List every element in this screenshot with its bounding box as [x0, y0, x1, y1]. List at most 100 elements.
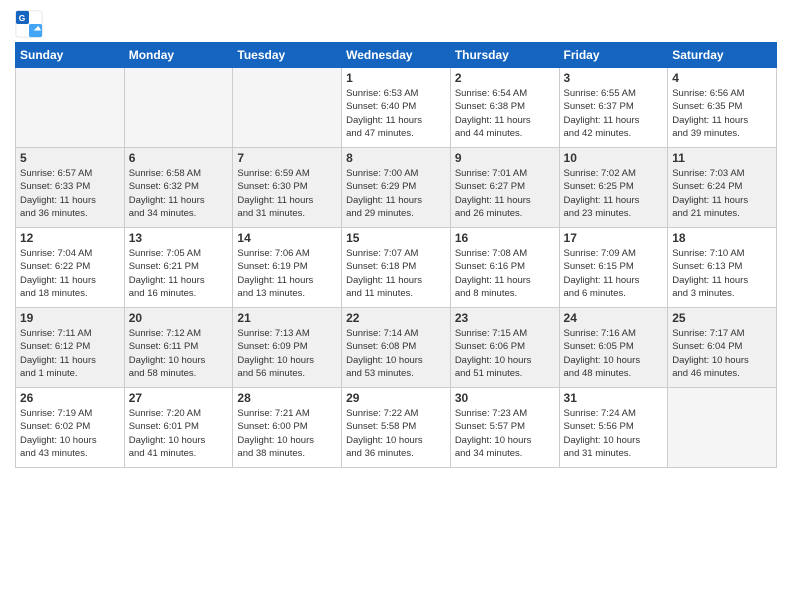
day-info: Sunrise: 7:06 AM Sunset: 6:19 PM Dayligh…: [237, 247, 337, 300]
calendar-cell: 16 Sunrise: 7:08 AM Sunset: 6:16 PM Dayli…: [450, 228, 559, 308]
calendar-cell: 9Sunrise: 7:01 AM Sunset: 6:27 PM Daylig…: [450, 148, 559, 228]
day-number: 9: [455, 151, 555, 165]
day-number: 14: [237, 231, 337, 245]
day-number: 30: [455, 391, 555, 405]
day-number: 1: [346, 71, 446, 85]
day-number: 13: [129, 231, 229, 245]
day-number: 18: [672, 231, 772, 245]
calendar-week-2: 5Sunrise: 6:57 AM Sunset: 6:33 PM Daylig…: [16, 148, 777, 228]
calendar-cell: 5Sunrise: 6:57 AM Sunset: 6:33 PM Daylig…: [16, 148, 125, 228]
col-header-tuesday: Tuesday: [233, 43, 342, 68]
calendar-cell: 13 Sunrise: 7:05 AM Sunset: 6:21 PM Dayli…: [124, 228, 233, 308]
calendar-week-5: 26Sunrise: 7:19 AM Sunset: 6:02 PM Dayli…: [16, 388, 777, 468]
day-info: Sunrise: 7:07 AM Sunset: 6:18 PM Dayligh…: [346, 247, 446, 300]
day-number: 17: [564, 231, 664, 245]
calendar-cell: 27 Sunrise: 7:20 AM Sunset: 6:01 PM Dayli…: [124, 388, 233, 468]
calendar-table: SundayMondayTuesdayWednesdayThursdayFrid…: [15, 42, 777, 468]
day-number: 25: [672, 311, 772, 325]
day-number: 2: [455, 71, 555, 85]
day-number: 3: [564, 71, 664, 85]
day-number: 24: [564, 311, 664, 325]
day-info: Sunrise: 6:55 AM Sunset: 6:37 PM Dayligh…: [564, 87, 664, 140]
day-info: Sunrise: 7:22 AM Sunset: 5:58 PM Dayligh…: [346, 407, 446, 460]
day-number: 16: [455, 231, 555, 245]
day-number: 28: [237, 391, 337, 405]
day-number: 7: [237, 151, 337, 165]
day-info: Sunrise: 7:15 AM Sunset: 6:06 PM Dayligh…: [455, 327, 555, 380]
day-info: Sunrise: 7:20 AM Sunset: 6:01 PM Dayligh…: [129, 407, 229, 460]
calendar-cell: 29 Sunrise: 7:22 AM Sunset: 5:58 PM Dayli…: [342, 388, 451, 468]
day-number: 6: [129, 151, 229, 165]
day-info: Sunrise: 7:05 AM Sunset: 6:21 PM Dayligh…: [129, 247, 229, 300]
day-info: Sunrise: 7:14 AM Sunset: 6:08 PM Dayligh…: [346, 327, 446, 380]
day-info: Sunrise: 7:03 AM Sunset: 6:24 PM Dayligh…: [672, 167, 772, 220]
day-info: Sunrise: 6:56 AM Sunset: 6:35 PM Dayligh…: [672, 87, 772, 140]
logo: G: [15, 10, 47, 38]
day-info: Sunrise: 7:19 AM Sunset: 6:02 PM Dayligh…: [20, 407, 120, 460]
calendar-cell: [668, 388, 777, 468]
calendar-cell: 7 Sunrise: 6:59 AM Sunset: 6:30 PM Daylig…: [233, 148, 342, 228]
calendar-cell: 23 Sunrise: 7:15 AM Sunset: 6:06 PM Dayli…: [450, 308, 559, 388]
day-info: Sunrise: 7:08 AM Sunset: 6:16 PM Dayligh…: [455, 247, 555, 300]
day-info: Sunrise: 6:54 AM Sunset: 6:38 PM Dayligh…: [455, 87, 555, 140]
calendar-cell: 17 Sunrise: 7:09 AM Sunset: 6:15 PM Dayli…: [559, 228, 668, 308]
calendar-cell: 6 Sunrise: 6:58 AM Sunset: 6:32 PM Daylig…: [124, 148, 233, 228]
calendar-week-3: 12 Sunrise: 7:04 AM Sunset: 6:22 PM Dayli…: [16, 228, 777, 308]
day-info: Sunrise: 7:00 AM Sunset: 6:29 PM Dayligh…: [346, 167, 446, 220]
day-number: 5: [20, 151, 120, 165]
calendar-cell: 15 Sunrise: 7:07 AM Sunset: 6:18 PM Dayli…: [342, 228, 451, 308]
header-row: G: [15, 10, 777, 38]
calendar-cell: 20 Sunrise: 7:12 AM Sunset: 6:11 PM Dayli…: [124, 308, 233, 388]
day-info: Sunrise: 7:16 AM Sunset: 6:05 PM Dayligh…: [564, 327, 664, 380]
day-info: Sunrise: 6:59 AM Sunset: 6:30 PM Dayligh…: [237, 167, 337, 220]
day-info: Sunrise: 7:17 AM Sunset: 6:04 PM Dayligh…: [672, 327, 772, 380]
day-info: Sunrise: 6:58 AM Sunset: 6:32 PM Dayligh…: [129, 167, 229, 220]
calendar-cell: [233, 68, 342, 148]
calendar-cell: 18 Sunrise: 7:10 AM Sunset: 6:13 PM Dayli…: [668, 228, 777, 308]
day-info: Sunrise: 7:12 AM Sunset: 6:11 PM Dayligh…: [129, 327, 229, 380]
calendar-cell: 8Sunrise: 7:00 AM Sunset: 6:29 PM Daylig…: [342, 148, 451, 228]
calendar-cell: [124, 68, 233, 148]
calendar-cell: 14 Sunrise: 7:06 AM Sunset: 6:19 PM Dayli…: [233, 228, 342, 308]
col-header-friday: Friday: [559, 43, 668, 68]
calendar-cell: 3 Sunrise: 6:55 AM Sunset: 6:37 PM Daylig…: [559, 68, 668, 148]
day-info: Sunrise: 7:11 AM Sunset: 6:12 PM Dayligh…: [20, 327, 120, 380]
calendar-cell: 4 Sunrise: 6:56 AM Sunset: 6:35 PM Daylig…: [668, 68, 777, 148]
day-number: 19: [20, 311, 120, 325]
day-info: Sunrise: 7:09 AM Sunset: 6:15 PM Dayligh…: [564, 247, 664, 300]
day-number: 29: [346, 391, 446, 405]
calendar-cell: 12 Sunrise: 7:04 AM Sunset: 6:22 PM Dayli…: [16, 228, 125, 308]
calendar-cell: 2 Sunrise: 6:54 AM Sunset: 6:38 PM Daylig…: [450, 68, 559, 148]
calendar-cell: 30 Sunrise: 7:23 AM Sunset: 5:57 PM Dayli…: [450, 388, 559, 468]
day-info: Sunrise: 7:21 AM Sunset: 6:00 PM Dayligh…: [237, 407, 337, 460]
calendar-week-1: 1 Sunrise: 6:53 AM Sunset: 6:40 PM Daylig…: [16, 68, 777, 148]
calendar-cell: 26Sunrise: 7:19 AM Sunset: 6:02 PM Dayli…: [16, 388, 125, 468]
day-number: 27: [129, 391, 229, 405]
calendar-cell: 24 Sunrise: 7:16 AM Sunset: 6:05 PM Dayli…: [559, 308, 668, 388]
day-number: 23: [455, 311, 555, 325]
day-number: 4: [672, 71, 772, 85]
day-info: Sunrise: 7:04 AM Sunset: 6:22 PM Dayligh…: [20, 247, 120, 300]
day-number: 20: [129, 311, 229, 325]
col-header-monday: Monday: [124, 43, 233, 68]
calendar-cell: 1 Sunrise: 6:53 AM Sunset: 6:40 PM Daylig…: [342, 68, 451, 148]
day-number: 12: [20, 231, 120, 245]
day-number: 10: [564, 151, 664, 165]
page-container: G SundayMondayTuesdayWednesdayThursdayFr…: [0, 0, 792, 473]
logo-icon: G: [15, 10, 43, 38]
day-number: 15: [346, 231, 446, 245]
day-info: Sunrise: 7:10 AM Sunset: 6:13 PM Dayligh…: [672, 247, 772, 300]
col-header-saturday: Saturday: [668, 43, 777, 68]
day-info: Sunrise: 7:02 AM Sunset: 6:25 PM Dayligh…: [564, 167, 664, 220]
calendar-cell: 25 Sunrise: 7:17 AM Sunset: 6:04 PM Dayli…: [668, 308, 777, 388]
day-info: Sunrise: 7:23 AM Sunset: 5:57 PM Dayligh…: [455, 407, 555, 460]
day-info: Sunrise: 6:53 AM Sunset: 6:40 PM Dayligh…: [346, 87, 446, 140]
calendar-cell: 21Sunrise: 7:13 AM Sunset: 6:09 PM Dayli…: [233, 308, 342, 388]
col-header-sunday: Sunday: [16, 43, 125, 68]
calendar-cell: 31Sunrise: 7:24 AM Sunset: 5:56 PM Dayli…: [559, 388, 668, 468]
calendar-cell: 19 Sunrise: 7:11 AM Sunset: 6:12 PM Dayli…: [16, 308, 125, 388]
calendar-cell: 22Sunrise: 7:14 AM Sunset: 6:08 PM Dayli…: [342, 308, 451, 388]
day-info: Sunrise: 7:24 AM Sunset: 5:56 PM Dayligh…: [564, 407, 664, 460]
day-number: 21: [237, 311, 337, 325]
day-number: 11: [672, 151, 772, 165]
